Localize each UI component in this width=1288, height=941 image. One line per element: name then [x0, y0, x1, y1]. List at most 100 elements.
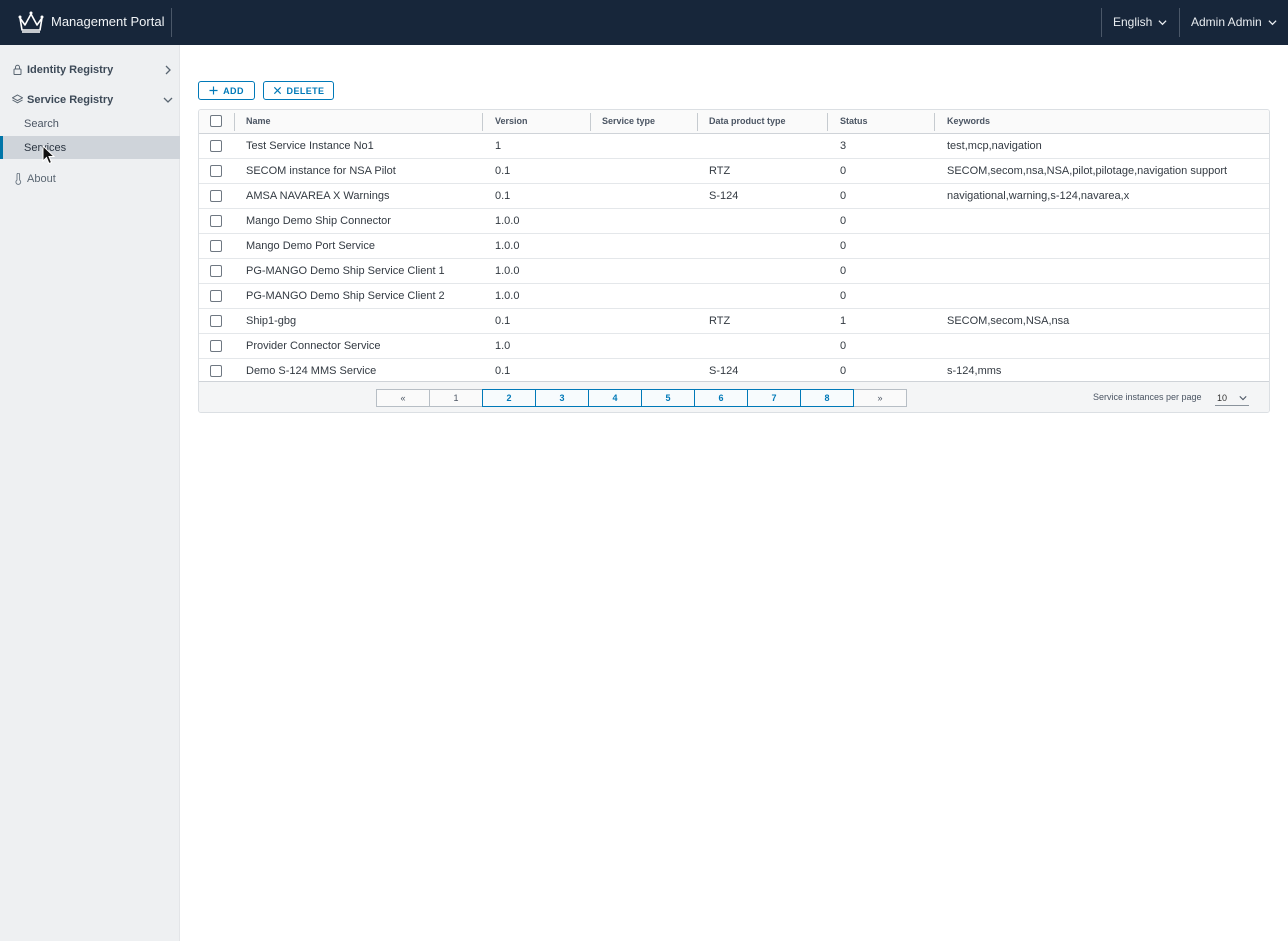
- header-divider: [1179, 8, 1180, 37]
- pagination: « 1 2 3 4 5 6 7 8 »: [376, 389, 907, 407]
- sidebar-group-service-registry[interactable]: Service Registry: [0, 88, 180, 112]
- chevron-down-icon: [1268, 19, 1277, 25]
- column-separator[interactable]: [827, 113, 828, 131]
- sidebar-item-about[interactable]: About: [0, 167, 180, 191]
- pagination-page-8[interactable]: 8: [800, 389, 854, 407]
- table-row[interactable]: SECOM instance for NSA Pilot 0.1 RTZ 0 S…: [199, 159, 1269, 184]
- sidebar-item-label: Search: [24, 117, 59, 130]
- mouse-cursor-icon: [42, 145, 56, 165]
- row-checkbox[interactable]: [210, 140, 222, 152]
- sidebar-item-search[interactable]: Search: [0, 112, 180, 135]
- cell-version: 0.1: [495, 165, 511, 177]
- cell-version: 1.0.0: [495, 215, 520, 227]
- sidebar-group-label: Identity Registry: [27, 64, 114, 76]
- add-button[interactable]: ADD: [198, 81, 255, 100]
- app-title[interactable]: Management Portal: [51, 14, 164, 29]
- top-header: Management Portal English Admin Admin: [0, 0, 1288, 45]
- column-header-name[interactable]: Name: [246, 116, 271, 126]
- column-header-status[interactable]: Status: [840, 116, 868, 126]
- row-checkbox[interactable]: [210, 215, 222, 227]
- chevron-down-icon: [1239, 396, 1247, 401]
- table-row[interactable]: Provider Connector Service 1.0 0: [199, 334, 1269, 359]
- cell-version: 1.0.0: [495, 290, 520, 302]
- cell-status: 0: [840, 340, 847, 352]
- column-separator[interactable]: [697, 113, 698, 131]
- column-header-keywords[interactable]: Keywords: [947, 116, 990, 126]
- cell-name: Provider Connector Service: [246, 340, 381, 352]
- cell-name: Mango Demo Port Service: [246, 240, 375, 252]
- row-checkbox[interactable]: [210, 265, 222, 277]
- column-separator[interactable]: [934, 113, 935, 131]
- pagination-page-5[interactable]: 5: [641, 389, 695, 407]
- cell-name: PG-MANGO Demo Ship Service Client 2: [246, 290, 445, 302]
- cell-name: Test Service Instance No1: [246, 140, 374, 152]
- pagination-page-6[interactable]: 6: [694, 389, 748, 407]
- row-checkbox[interactable]: [210, 190, 222, 202]
- row-checkbox[interactable]: [210, 365, 222, 377]
- cell-status: 0: [840, 240, 847, 252]
- column-separator[interactable]: [234, 113, 235, 131]
- cell-name: Demo S-124 MMS Service: [246, 365, 377, 377]
- language-dropdown[interactable]: English: [1113, 15, 1167, 29]
- per-page-select[interactable]: 10: [1215, 390, 1249, 406]
- cell-name: AMSA NAVAREA X Warnings: [246, 190, 390, 202]
- cell-keywords: SECOM,secom,NSA,nsa: [947, 315, 1070, 327]
- cell-status: 3: [840, 140, 847, 152]
- pagination-page-4[interactable]: 4: [588, 389, 642, 407]
- column-separator[interactable]: [590, 113, 591, 131]
- column-header-version[interactable]: Version: [495, 116, 528, 126]
- cell-version: 0.1: [495, 190, 511, 202]
- column-separator[interactable]: [482, 113, 483, 131]
- pagination-page-1[interactable]: 1: [429, 389, 483, 407]
- table-row[interactable]: PG-MANGO Demo Ship Service Client 1 1.0.…: [199, 259, 1269, 284]
- column-header-data-product-type[interactable]: Data product type: [709, 116, 786, 126]
- row-checkbox[interactable]: [210, 315, 222, 327]
- table-row[interactable]: Mango Demo Ship Connector 1.0.0 0: [199, 209, 1269, 234]
- row-checkbox[interactable]: [210, 165, 222, 177]
- cell-data-product-type: RTZ: [709, 165, 731, 177]
- layers-icon: [12, 94, 23, 104]
- user-name: Admin Admin: [1191, 15, 1262, 29]
- sidebar-item-services[interactable]: Services: [0, 136, 180, 159]
- row-checkbox[interactable]: [210, 290, 222, 302]
- add-button-label: ADD: [223, 85, 244, 96]
- select-all-checkbox[interactable]: [210, 115, 222, 127]
- table-row[interactable]: Test Service Instance No1 1 3 test,mcp,n…: [199, 134, 1269, 159]
- per-page-label: Service instances per page: [1093, 392, 1202, 402]
- sidebar-item-label: About: [27, 173, 56, 185]
- services-datagrid: Name Version Service type Data product t…: [198, 109, 1270, 413]
- column-header-service-type[interactable]: Service type: [602, 116, 655, 126]
- cell-data-product-type: S-124: [709, 190, 739, 202]
- sidebar-group-identity-registry[interactable]: Identity Registry: [0, 58, 180, 82]
- user-menu[interactable]: Admin Admin: [1191, 15, 1277, 29]
- pagination-page-2[interactable]: 2: [482, 389, 536, 407]
- per-page-value: 10: [1217, 392, 1228, 403]
- cell-status: 0: [840, 215, 847, 227]
- chevron-right-icon: [165, 65, 171, 75]
- table-row[interactable]: Mango Demo Port Service 1.0.0 0: [199, 234, 1269, 259]
- close-icon: [273, 86, 281, 95]
- delete-button[interactable]: DELETE: [263, 81, 334, 100]
- cell-name: Mango Demo Ship Connector: [246, 215, 391, 227]
- cell-version: 1.0: [495, 340, 511, 352]
- delete-button-label: DELETE: [286, 85, 325, 96]
- row-checkbox[interactable]: [210, 340, 222, 352]
- pagination-page-3[interactable]: 3: [535, 389, 589, 407]
- table-row[interactable]: PG-MANGO Demo Ship Service Client 2 1.0.…: [199, 284, 1269, 309]
- row-checkbox[interactable]: [210, 240, 222, 252]
- plus-icon: [209, 86, 218, 95]
- cell-status: 0: [840, 165, 847, 177]
- cell-status: 0: [840, 265, 847, 277]
- cell-name: PG-MANGO Demo Ship Service Client 1: [246, 265, 445, 277]
- pagination-page-7[interactable]: 7: [747, 389, 801, 407]
- cell-keywords: s-124,mms: [947, 365, 1002, 377]
- pagination-prev-button[interactable]: «: [376, 389, 430, 407]
- pagination-next-button[interactable]: »: [853, 389, 907, 407]
- table-row[interactable]: Ship1-gbg 0.1 RTZ 1 SECOM,secom,NSA,nsa: [199, 309, 1269, 334]
- cell-data-product-type: RTZ: [709, 315, 731, 327]
- language-label: English: [1113, 15, 1153, 29]
- header-divider: [1101, 8, 1102, 37]
- crown-logo-icon[interactable]: [18, 10, 44, 34]
- table-row[interactable]: AMSA NAVAREA X Warnings 0.1 S-124 0 navi…: [199, 184, 1269, 209]
- cell-version: 1: [495, 140, 502, 152]
